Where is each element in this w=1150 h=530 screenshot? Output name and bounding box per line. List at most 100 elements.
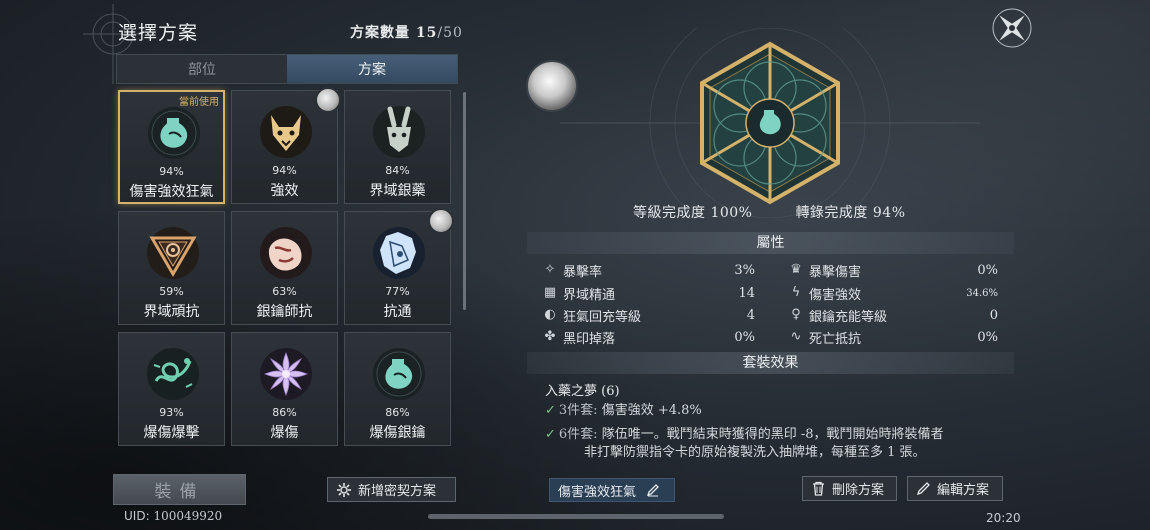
plan-name-value: 傷害強效狂氣: [558, 484, 637, 500]
attribute-value: 34.6%: [966, 287, 998, 299]
completion-text: 等級完成度 100% 轉錄完成度 94%: [633, 202, 906, 222]
delete-plan-button[interactable]: 刪除方案: [802, 476, 897, 501]
death-resist-icon: ∿: [790, 329, 802, 344]
attribute-row: ϟ 傷害強效 34.6%: [789, 283, 998, 303]
plan-card-percent: 63%: [272, 285, 297, 298]
close-icon[interactable]: [990, 6, 1034, 50]
set-effect-3-label: 3件套:: [558, 403, 598, 418]
plan-card-name: 爆傷: [270, 425, 299, 441]
trash-icon: [813, 481, 824, 496]
plan-count-max: /50: [437, 25, 463, 41]
plan-card[interactable]: 94% 強效: [231, 87, 341, 204]
plan-card-percent: 94%: [159, 165, 184, 178]
plan-card[interactable]: 77% 抗通: [344, 208, 454, 325]
set-effect-6-line2: 非打擊防禦指令卡的原始複製洗入抽牌堆，每種至多 1 張。: [584, 445, 926, 460]
plan-card-name: 爆傷銀鑰: [369, 425, 426, 441]
damage-boost-icon: ϟ: [791, 285, 801, 300]
set-effect-6: ✓ 6件套: 隊伍唯一。戰鬥結束時獲得的黑印 -8，戰鬥開始時將裝備者: [545, 426, 944, 443]
set-effect-6-label: 6件套:: [558, 427, 598, 442]
new-plan-button[interactable]: 新增密契方案: [327, 477, 456, 502]
set-effect-3: ✓ 3件套: 傷害強效 +4.8%: [545, 402, 702, 419]
plan-card-name: 界域銀藥: [369, 183, 426, 199]
plan-card-name: 強效: [270, 183, 299, 199]
equip-button[interactable]: 裝備: [113, 474, 246, 505]
triangle-sigil-icon: [147, 227, 199, 279]
attribute-value: 0%: [977, 329, 998, 345]
plan-count-label: 方案數量: [350, 25, 410, 41]
attribute-value: 0%: [977, 262, 998, 278]
plan-card-percent: 77%: [385, 285, 410, 298]
plan-card[interactable]: 93% 爆傷爆擊: [118, 332, 225, 446]
clock: 20:20: [986, 511, 1021, 525]
scrollbar[interactable]: [463, 92, 466, 310]
attribute-row: ◐ 狂氣回充等級 4: [543, 305, 755, 325]
plan-card[interactable]: 94% 傷害強效狂氣 當前使用: [118, 90, 225, 204]
plan-card-percent: 93%: [159, 406, 184, 419]
flower-icon: [260, 348, 312, 400]
character-avatar-badge: [315, 87, 341, 113]
uid-text: UID: 100049920: [124, 509, 222, 523]
plan-name-field[interactable]: 傷害強效狂氣: [549, 478, 675, 502]
current-use-tag: 當前使用: [179, 97, 219, 108]
edit-plan-button[interactable]: 編輯方案: [907, 476, 1003, 501]
plan-card-name: 傷害強效狂氣: [129, 184, 214, 200]
plan-card[interactable]: 86% 爆傷銀鑰: [344, 332, 451, 446]
new-plan-label: 新增密契方案: [358, 484, 437, 499]
plan-card[interactable]: 63% 銀鑰師抗: [231, 211, 338, 325]
flask-icon: [148, 107, 200, 159]
attribute-value: 0%: [734, 329, 755, 345]
tab-parts[interactable]: 部位: [117, 55, 287, 83]
frenzy-recharge-icon: ◐: [544, 307, 556, 322]
plan-card-percent: 86%: [272, 406, 297, 419]
plan-card[interactable]: 59% 界域頑抗: [118, 211, 225, 325]
plan-count: 方案數量 15/50: [350, 22, 463, 42]
plan-card[interactable]: 84% 界域銀藥: [344, 90, 451, 204]
attribute-label: 死亡抵抗: [809, 331, 862, 347]
set-name: 入藥之夢 (6): [545, 384, 620, 399]
crit-rate-icon: ✧: [544, 262, 556, 277]
check-icon: ✓: [545, 427, 556, 442]
attribute-label: 傷害強效: [809, 287, 862, 303]
pencil-icon: [646, 484, 659, 497]
plan-count-current: 15: [415, 25, 438, 41]
hex-emblem: [560, 28, 980, 218]
set-effects-header: 套裝效果: [527, 352, 1014, 374]
serpent-icon: [147, 348, 199, 400]
tab-plans[interactable]: 方案: [287, 55, 457, 83]
page-title: 選擇方案: [118, 22, 199, 44]
black-seal-icon: ✤: [544, 329, 556, 344]
flask-icon: [373, 348, 425, 400]
attribute-row: ∿ 死亡抵抗 0%: [789, 327, 998, 347]
attribute-value: 14: [738, 285, 755, 301]
attribute-label: 暴擊傷害: [809, 264, 862, 280]
plan-card-name: 界域頑抗: [143, 304, 200, 320]
attribute-value: 0: [989, 307, 998, 323]
attribute-label: 暴擊率: [563, 264, 603, 280]
attributes-header: 屬性: [527, 232, 1014, 254]
plan-card-name: 抗通: [383, 304, 412, 320]
uid-value: 100049920: [153, 509, 223, 523]
home-indicator[interactable]: [428, 514, 724, 519]
attribute-value: 4: [746, 307, 755, 323]
attribute-value: 3%: [734, 262, 755, 278]
pencil-icon: [916, 482, 930, 496]
uid-label: UID:: [124, 509, 150, 523]
edit-plan-label: 編輯方案: [937, 483, 990, 498]
attribute-row: ♀ 銀鑰充能等級 0: [789, 305, 998, 325]
plan-card[interactable]: 86% 爆傷: [231, 332, 338, 446]
set-effect-6-line1: 隊伍唯一。戰鬥結束時獲得的黑印 -8，戰鬥開始時將裝備者: [601, 427, 944, 442]
plan-card-name: 銀鑰師抗: [256, 304, 313, 320]
gear-flower-icon: [337, 482, 351, 497]
attribute-row: ✤ 黑印掉落 0%: [543, 327, 755, 347]
beast-icon: [260, 227, 312, 279]
attribute-label: 界域精通: [563, 287, 616, 303]
plan-card-percent: 86%: [385, 406, 410, 419]
attribute-row: ▦ 界域精通 14: [543, 283, 755, 303]
attribute-row: ✧ 暴擊率 3%: [543, 260, 755, 280]
plan-grid: 94% 傷害強效狂氣 當前使用 94% 強效 84% 界域銀藥 59% 界域頑抗 63% 銀鑰師抗 7…: [118, 87, 458, 452]
character-avatar-badge: [428, 208, 454, 234]
plan-card-percent: 59%: [159, 285, 184, 298]
attribute-label: 黑印掉落: [563, 331, 616, 347]
check-icon: ✓: [545, 403, 556, 418]
attribute-label: 銀鑰充能等級: [809, 309, 888, 325]
